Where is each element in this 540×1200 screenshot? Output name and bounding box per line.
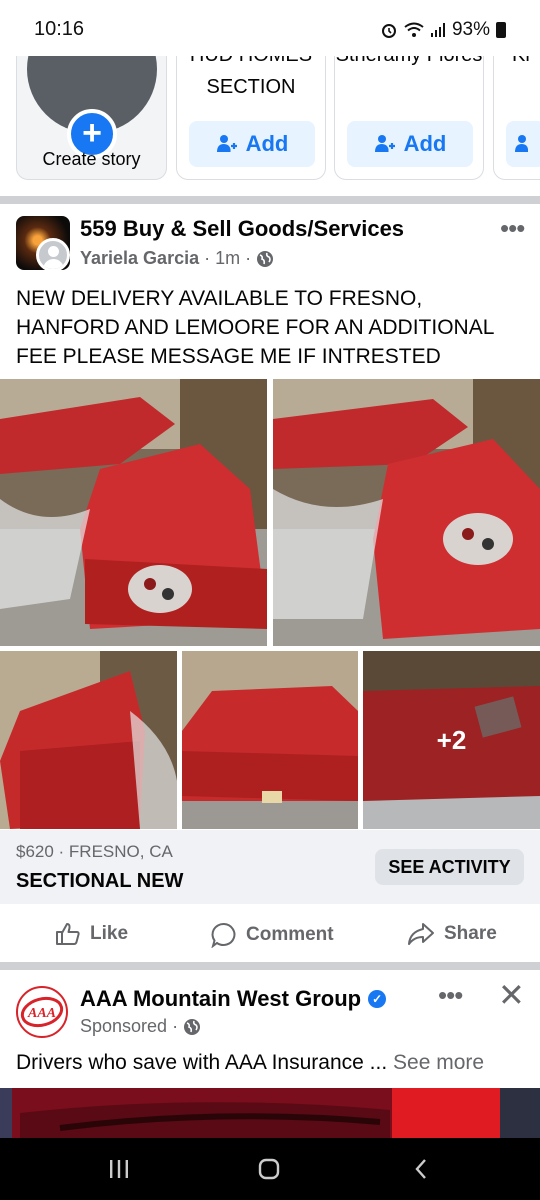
- see-activity-button[interactable]: SEE ACTIVITY: [375, 849, 524, 885]
- sofa-photo: [182, 651, 358, 829]
- suggestion-card[interactable]: Stheramy Flores Add: [334, 44, 484, 180]
- home-button[interactable]: [239, 1154, 299, 1184]
- globe-icon: [184, 1018, 201, 1035]
- sofa-photo: [273, 379, 540, 646]
- create-story-label: Create story: [42, 149, 141, 169]
- advertiser-name-row: AAA Mountain West Group ✓: [80, 986, 387, 1012]
- sofa-photo: [0, 651, 177, 829]
- logo-text: AAA: [27, 1006, 56, 1021]
- ad-text: Drivers who save with AAA Insurance ... …: [16, 1051, 484, 1075]
- add-label: Add: [245, 131, 289, 156]
- more-options-icon[interactable]: •••: [438, 982, 463, 1008]
- battery-icon: [496, 22, 506, 38]
- verified-icon: ✓: [368, 990, 387, 1008]
- signal-icon: [430, 23, 445, 37]
- post-photo[interactable]: [0, 379, 267, 646]
- thumbs-up-icon: [56, 923, 80, 945]
- post-photo[interactable]: +2: [363, 651, 540, 829]
- post-time[interactable]: 1m: [215, 248, 240, 269]
- listing-title: SECTIONAL NEW: [16, 870, 184, 892]
- share-button[interactable]: Share: [407, 922, 497, 946]
- ad-meta: Sponsored ·: [80, 1016, 201, 1037]
- home-icon: [258, 1158, 280, 1180]
- share-icon: [408, 923, 434, 945]
- sofa-photo: [0, 379, 267, 646]
- back-icon: [415, 1159, 426, 1179]
- recent-apps-icon: [110, 1160, 128, 1178]
- post-author[interactable]: Yariela Garcia: [80, 248, 199, 269]
- status-bar: 10:16 93%: [0, 0, 540, 56]
- ad-image[interactable]: [0, 1088, 540, 1138]
- post-photo[interactable]: [182, 651, 358, 829]
- status-icons: 93%: [380, 19, 506, 41]
- ad-body: Drivers who save with AAA Insurance ...: [16, 1051, 388, 1074]
- status-time: 10:16: [34, 18, 85, 40]
- group-name[interactable]: 559 Buy & Sell Goods/Services: [80, 216, 404, 242]
- comment-button[interactable]: Comment: [211, 922, 334, 948]
- sponsored-label[interactable]: Sponsored: [80, 1016, 167, 1037]
- alarm-icon: [381, 24, 396, 38]
- advertiser-name[interactable]: AAA Mountain West Group: [80, 986, 361, 1012]
- system-nav-bar: [0, 1138, 540, 1200]
- add-friend-icon: [374, 135, 395, 152]
- post-text: NEW DELIVERY AVAILABLE TO FRESNO, HANFOR…: [16, 287, 494, 368]
- section-divider: [0, 962, 540, 970]
- suggestion-card[interactable]: HUD HOMES SECTION Add: [176, 44, 326, 180]
- back-button[interactable]: [391, 1154, 451, 1184]
- comment-icon: [211, 922, 236, 948]
- post-actions: Like Comment Share: [0, 904, 540, 964]
- listing-price-location: $620 · FRESNO, CA: [16, 842, 173, 861]
- post-photo[interactable]: [0, 651, 177, 829]
- add-label: Add: [403, 131, 447, 156]
- wifi-icon: [404, 22, 424, 37]
- post-photo[interactable]: [273, 379, 540, 646]
- globe-icon: [257, 250, 274, 267]
- car-photo: [0, 1088, 540, 1138]
- advertiser-logo[interactable]: AAA: [16, 986, 68, 1038]
- add-friend-icon: [515, 135, 528, 152]
- suggestion-card[interactable]: Ki: [493, 44, 540, 180]
- add-friend-button[interactable]: [506, 121, 540, 167]
- post-meta: Yariela Garcia · 1m ·: [80, 248, 274, 269]
- recent-apps-button[interactable]: [89, 1154, 149, 1184]
- create-story-card[interactable]: + Create story: [16, 44, 167, 180]
- add-friend-button[interactable]: Add: [189, 121, 315, 167]
- battery-percent: 93%: [451, 19, 490, 40]
- add-friend-icon: [216, 135, 237, 152]
- aaa-logo-icon: AAA: [20, 996, 64, 1028]
- see-more-link[interactable]: See more: [393, 1051, 484, 1074]
- more-photos-overlay[interactable]: +2: [363, 651, 540, 829]
- add-friend-button[interactable]: Add: [347, 121, 473, 167]
- user-avatar[interactable]: [36, 238, 70, 272]
- like-label: Like: [90, 923, 129, 944]
- share-label: Share: [444, 923, 497, 944]
- more-options-icon[interactable]: •••: [500, 215, 525, 241]
- section-divider: [0, 196, 540, 204]
- like-button[interactable]: Like: [55, 922, 128, 946]
- close-icon[interactable]: ✕: [498, 979, 525, 1011]
- comment-label: Comment: [246, 924, 334, 945]
